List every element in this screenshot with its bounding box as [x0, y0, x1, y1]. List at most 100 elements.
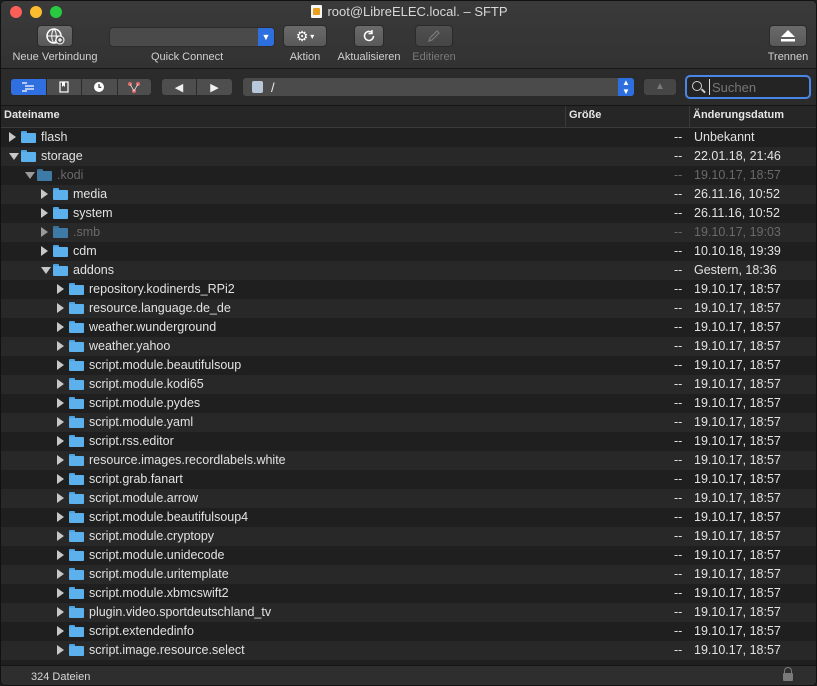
disclosure-expanded-icon[interactable]	[25, 172, 35, 179]
disclosure-collapsed-icon[interactable]	[57, 569, 64, 579]
quick-connect-combo[interactable]: ▼	[109, 27, 275, 47]
disclosure-collapsed-icon[interactable]	[57, 379, 64, 389]
table-row[interactable]: weather.yahoo -- 19.10.17, 18:57	[1, 337, 816, 356]
navigation-segment: ◀ ▶	[161, 78, 233, 96]
forward-button[interactable]: ▶	[197, 79, 232, 95]
disclosure-collapsed-icon[interactable]	[57, 512, 64, 522]
refresh-tool[interactable]: Aktualisieren	[335, 25, 403, 63]
column-header-name[interactable]: Dateiname	[4, 109, 60, 121]
folder-icon	[69, 492, 84, 504]
action-button[interactable]: ⚙ ▾	[283, 25, 327, 47]
path-selector[interactable]: / ▲ ▼	[242, 77, 635, 97]
file-date: 19.10.17, 18:57	[694, 282, 781, 296]
column-header-size[interactable]: Größe	[569, 109, 601, 121]
table-row[interactable]: script.module.uritemplate -- 19.10.17, 18:…	[1, 565, 816, 584]
disconnect-button[interactable]	[769, 25, 807, 47]
new-connection-button[interactable]	[37, 25, 73, 47]
folder-icon	[69, 397, 84, 409]
table-row[interactable]: system -- 26.11.16, 10:52	[1, 204, 816, 223]
disclosure-collapsed-icon[interactable]	[57, 341, 64, 351]
file-name: addons	[73, 263, 115, 277]
folder-icon	[21, 131, 36, 143]
table-row[interactable]: script.grab.fanart -- 19.10.17, 18:57	[1, 470, 816, 489]
disclosure-collapsed-icon[interactable]	[41, 227, 48, 237]
disclosure-expanded-icon[interactable]	[9, 153, 19, 160]
file-date: 19.10.17, 18:57	[694, 605, 781, 619]
table-row[interactable]: media -- 26.11.16, 10:52	[1, 185, 816, 204]
disclosure-collapsed-icon[interactable]	[57, 645, 64, 655]
file-name: weather.yahoo	[89, 339, 171, 353]
table-row[interactable]: script.module.pydes -- 19.10.17, 18:57	[1, 394, 816, 413]
disclosure-collapsed-icon[interactable]	[41, 189, 48, 199]
table-row[interactable]: script.image.resource.select -- 19.10.17, …	[1, 641, 816, 660]
table-row[interactable]: script.module.arrow -- 19.10.17, 18:57	[1, 489, 816, 508]
action-tool[interactable]: ⚙ ▾ Aktion	[283, 25, 327, 63]
disclosure-collapsed-icon[interactable]	[57, 531, 64, 541]
table-row[interactable]: script.module.beautifulsoup4 -- 19.10.17, …	[1, 508, 816, 527]
table-row[interactable]: flash -- Unbekannt	[1, 128, 816, 147]
bonjour-view-button[interactable]	[118, 79, 152, 95]
table-row[interactable]: storage -- 22.01.18, 21:46	[1, 147, 816, 166]
disclosure-collapsed-icon[interactable]	[9, 132, 16, 142]
search-input[interactable]	[709, 79, 805, 95]
disclosure-collapsed-icon[interactable]	[57, 398, 64, 408]
back-button[interactable]: ◀	[162, 79, 198, 95]
chevron-down-icon[interactable]: ▼	[258, 28, 274, 46]
table-row[interactable]: resource.images.recordlabels.white -- 19.1…	[1, 451, 816, 470]
disclosure-collapsed-icon[interactable]	[57, 607, 64, 617]
table-row[interactable]: weather.wunderground -- 19.10.17, 18:57	[1, 318, 816, 337]
table-row[interactable]: plugin.video.sportdeutschland_tv -- 19.10.…	[1, 603, 816, 622]
disclosure-collapsed-icon[interactable]	[57, 417, 64, 427]
disclosure-collapsed-icon[interactable]	[57, 493, 64, 503]
disclosure-collapsed-icon[interactable]	[57, 550, 64, 560]
edit-tool[interactable]: Editieren	[411, 25, 457, 63]
disclosure-collapsed-icon[interactable]	[57, 474, 64, 484]
disclosure-collapsed-icon[interactable]	[57, 588, 64, 598]
table-row[interactable]: addons -- Gestern, 18:36	[1, 261, 816, 280]
disclosure-collapsed-icon[interactable]	[41, 208, 48, 218]
folder-icon	[69, 359, 84, 371]
disclosure-collapsed-icon[interactable]	[57, 322, 64, 332]
column-header-date[interactable]: Änderungsdatum	[693, 109, 784, 121]
file-name: cdm	[73, 244, 97, 258]
table-row[interactable]: repository.kodinerds_RPi2 -- 19.10.17, 18:…	[1, 280, 816, 299]
table-row[interactable]: script.extendedinfo -- 19.10.17, 18:57	[1, 622, 816, 641]
file-name: script.module.uritemplate	[89, 567, 229, 581]
disclosure-collapsed-icon[interactable]	[57, 303, 64, 313]
disclosure-collapsed-icon[interactable]	[57, 455, 64, 465]
new-connection-tool[interactable]: Neue Verbindung	[9, 25, 101, 63]
disclosure-collapsed-icon[interactable]	[57, 436, 64, 446]
table-row[interactable]: .smb -- 19.10.17, 19:03	[1, 223, 816, 242]
disclosure-expanded-icon[interactable]	[41, 267, 51, 274]
bookmarks-view-button[interactable]	[47, 79, 82, 95]
edit-button[interactable]	[415, 25, 453, 47]
disclosure-collapsed-icon[interactable]	[57, 626, 64, 636]
table-row[interactable]: script.module.beautifulsoup -- 19.10.17, 1…	[1, 356, 816, 375]
disclosure-collapsed-icon[interactable]	[57, 284, 64, 294]
file-name: script.extendedinfo	[89, 624, 194, 638]
column-divider[interactable]	[689, 106, 690, 128]
file-date: 19.10.17, 18:57	[694, 586, 781, 600]
table-row[interactable]: resource.language.de_de -- 19.10.17, 18:57	[1, 299, 816, 318]
table-row[interactable]: cdm -- 10.10.18, 19:39	[1, 242, 816, 261]
column-divider[interactable]	[565, 106, 566, 128]
table-row[interactable]: script.module.kodi65 -- 19.10.17, 18:57	[1, 375, 816, 394]
table-row[interactable]: script.module.yaml -- 19.10.17, 18:57	[1, 413, 816, 432]
table-row[interactable]: script.module.cryptopy -- 19.10.17, 18:57	[1, 527, 816, 546]
disclosure-collapsed-icon[interactable]	[41, 246, 48, 256]
file-size: --	[674, 415, 683, 429]
file-size: --	[674, 510, 683, 524]
table-row[interactable]: script.module.xbmcswift2 -- 19.10.17, 18:5…	[1, 584, 816, 603]
table-row[interactable]: .kodi -- 19.10.17, 18:57	[1, 166, 816, 185]
history-view-button[interactable]	[82, 79, 118, 95]
refresh-button[interactable]	[354, 25, 384, 47]
table-row[interactable]: script.rss.editor -- 19.10.17, 18:57	[1, 432, 816, 451]
eject-icon	[781, 30, 795, 42]
parent-directory-button[interactable]: ▲	[643, 78, 677, 96]
file-date: 19.10.17, 18:57	[694, 491, 781, 505]
disconnect-tool[interactable]: Trennen	[765, 25, 811, 63]
outline-view-button[interactable]	[11, 79, 47, 95]
disclosure-collapsed-icon[interactable]	[57, 360, 64, 370]
path-dropdown-icon[interactable]: ▲ ▼	[618, 78, 634, 96]
table-row[interactable]: script.module.unidecode -- 19.10.17, 18:57	[1, 546, 816, 565]
